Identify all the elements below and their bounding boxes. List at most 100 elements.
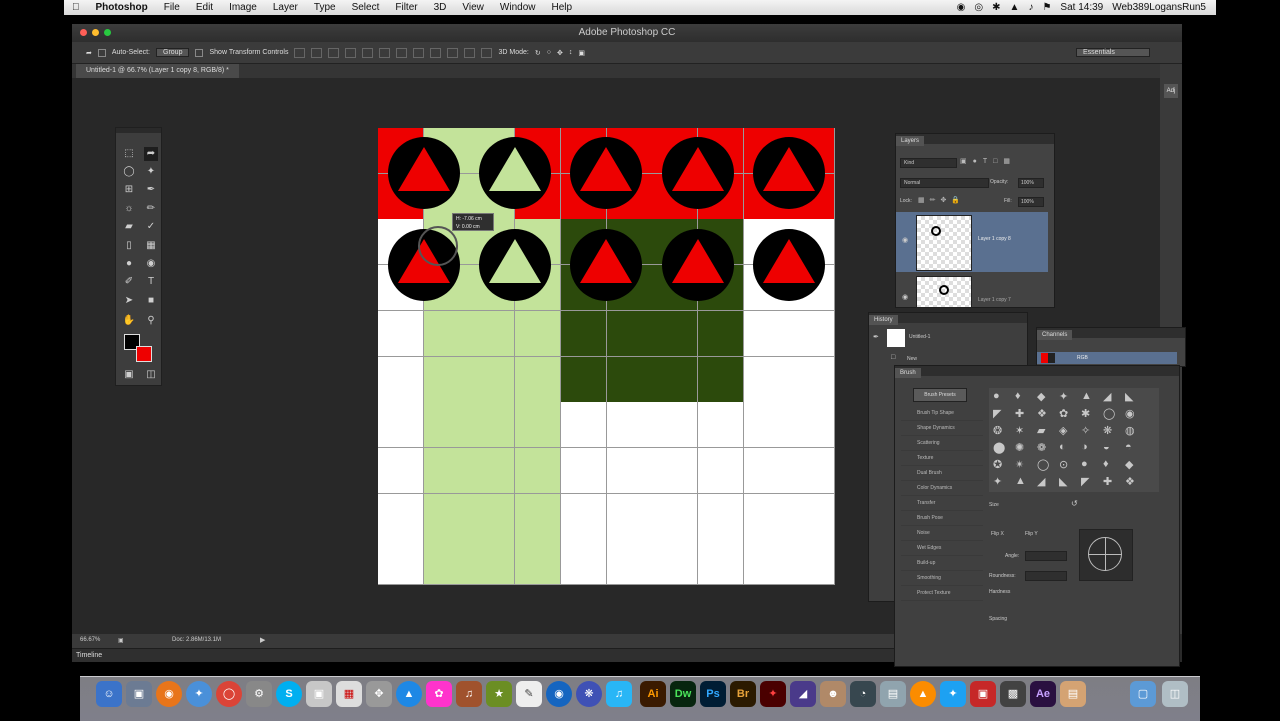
hand-tool-icon[interactable]: ✋ [122,314,136,328]
brush-tip-icon[interactable]: ✧ [1081,424,1090,437]
skype-icon[interactable]: S [276,681,302,707]
brush-tab[interactable]: Brush [895,368,921,378]
brush-tip-icon[interactable]: ◉ [1125,407,1135,420]
brush-tip-icon[interactable]: ❋ [1103,424,1112,437]
visibility-eye-icon[interactable]: ◉ [902,293,908,301]
channels-tab[interactable]: Channels [1037,330,1073,340]
apple-icon[interactable]:  [64,2,88,13]
brush-tip-icon[interactable]: ✺ [1015,441,1024,454]
brush-tip-icon[interactable]: ◆ [1125,458,1133,471]
pen-tool-icon[interactable]: ✐ [122,275,136,289]
brush-tip-icon[interactable]: ◤ [1081,475,1089,488]
textedit-icon[interactable]: ✎ [516,681,542,707]
calendar-icon[interactable]: ▦ [336,681,362,707]
brush-tip-icon[interactable]: ● [1081,458,1088,470]
brush-option[interactable]: Shape Dynamics [901,421,983,436]
menu-filter[interactable]: Filter [387,2,425,13]
background-color-swatch[interactable] [136,346,152,362]
eraser-icon[interactable]: ▯ [122,239,136,253]
media-encoder-icon[interactable]: ◢ [790,681,816,707]
brush-tip-icon[interactable]: ◣ [1125,390,1133,403]
document-icon[interactable]: ▤ [880,681,906,707]
preview-icon[interactable]: ▣ [126,681,152,707]
brush-tip-icon[interactable]: ◤ [993,407,1001,420]
vlc-icon[interactable]: ▲ [910,681,936,707]
app-store-icon[interactable]: ▲ [396,681,422,707]
flip-x-checkbox[interactable]: Flip X [991,531,1004,537]
distribute-hcenter-icon[interactable] [464,47,476,58]
menu-edit[interactable]: Edit [188,2,221,13]
document-tab[interactable]: Untitled-1 @ 66.7% (Layer 1 copy 8, RGB/… [76,64,239,78]
distribute-bottom-icon[interactable] [430,47,442,58]
brush-tip-icon[interactable]: ⬤ [993,441,1005,454]
photo-booth-icon[interactable]: ▣ [306,681,332,707]
brush-option[interactable]: Scattering [901,436,983,451]
brush-tip-icon[interactable]: ● [993,390,1000,402]
brush-tip-icon[interactable]: ◢ [1103,390,1111,403]
brush-option[interactable]: Color Dynamics [901,481,983,496]
history-tab[interactable]: History [869,315,898,325]
toolbox-grip[interactable] [116,128,161,133]
minimize-window-button[interactable] [92,29,99,36]
brush-tip-icon[interactable]: ◢ [1037,475,1045,488]
brush-tip-icon[interactable]: ▰ [1037,424,1045,437]
history-snapshot[interactable]: ✒ Untitled-1 [869,327,1027,349]
dreamweaver-icon[interactable]: Dw [670,681,696,707]
reset-size-icon[interactable]: ↺ [1071,499,1078,508]
chrome-icon[interactable]: ◯ [216,681,242,707]
brush-tip-icon[interactable]: ✦ [1059,390,1068,403]
brush-tip-grid[interactable]: ● ♦ ◆ ✦ ▲ ◢ ◣ ◤ ✚ ❖ ✿ ✱ ◯ ◉ ❂ ✶ ▰ ◈ ✧ ❋ ◍ ⬤ ✺ ❁ ◐ ◑ ◒ ◓ ✪ ✴ ◯ ⊙ ● ♦ ◆ ✦ ▲ ◢ ◣ ◤… [989,388,1159,492]
brush-tip-icon[interactable]: ▲ [1015,475,1026,487]
network-icon[interactable]: ◉ [546,681,572,707]
brush-tip-icon[interactable]: ✚ [1103,475,1112,488]
align-left-icon[interactable] [345,47,357,58]
move-tool-icon[interactable]: ➦ [86,49,92,57]
circle-triangle-shape[interactable] [570,137,642,209]
sync-icon[interactable]: ◎ [974,2,983,13]
notes-icon[interactable]: ▤ [1060,681,1086,707]
clock[interactable]: Sat 14:39 [1060,2,1103,13]
lock-icons[interactable]: ▦✏✥🔒 [918,196,965,204]
garageband-icon[interactable]: ♫ [456,681,482,707]
brush-option[interactable]: Noise [901,526,983,541]
brush-tip-icon[interactable]: ▲ [1081,390,1092,402]
brush-tip-icon[interactable]: ✦ [993,475,1002,488]
menu-3d[interactable]: 3D [426,2,455,13]
adjust-panel-icon[interactable]: Adj [1164,84,1178,98]
slide-3d-icon[interactable]: ↕ [569,49,573,56]
align-hcenter-icon[interactable] [362,47,374,58]
menu-window[interactable]: Window [492,2,544,13]
bluetooth-icon[interactable]: ✱ [992,2,1000,13]
status-arrow-icon[interactable]: ▶ [260,636,265,644]
roll-3d-icon[interactable]: ○ [547,49,551,56]
menu-type[interactable]: Type [306,2,344,13]
clone-stamp-icon[interactable]: ▰ [122,220,136,234]
channel-row[interactable]: RGB [1037,352,1177,364]
angle-input[interactable] [1025,551,1067,561]
flip-y-checkbox[interactable]: Flip Y [1025,531,1038,537]
wifi-icon[interactable]: ▲ [1010,2,1020,13]
brush-tip-icon[interactable]: ◒ [1103,441,1110,453]
brush-option[interactable]: Smoothing [901,571,983,586]
layer-name[interactable]: Layer 1 copy 7 [978,297,1011,303]
screen-mode-icon[interactable]: ◫ [144,368,158,382]
flag-icon[interactable]: ⚑ [1042,2,1051,13]
safari-icon[interactable]: ✦ [186,681,212,707]
roundness-input[interactable] [1025,571,1067,581]
gradient-tool-icon[interactable]: ▦ [144,239,158,253]
photoshop-icon[interactable]: Ps [700,681,726,707]
blur-tool-icon[interactable]: ● [122,257,136,271]
doc-info[interactable]: Doc: 2.86M/13.1M [172,637,221,643]
circle-triangle-shape[interactable] [388,137,460,209]
drag-3d-icon[interactable]: ✥ [557,49,563,57]
filter-icons[interactable]: ▣●T□▦ [960,157,1016,165]
document-canvas[interactable] [378,128,836,586]
circle-triangle-shape[interactable] [662,137,734,209]
brush-tip-icon[interactable]: ✚ [1015,407,1024,420]
twitter-icon[interactable]: ✦ [940,681,966,707]
lasso-tool-icon[interactable]: ◯ [122,165,136,179]
menu-select[interactable]: Select [344,2,388,13]
illustrator-icon[interactable]: Ai [640,681,666,707]
movie-icon[interactable]: ▩ [1000,681,1026,707]
distribute-vcenter-icon[interactable] [413,47,425,58]
